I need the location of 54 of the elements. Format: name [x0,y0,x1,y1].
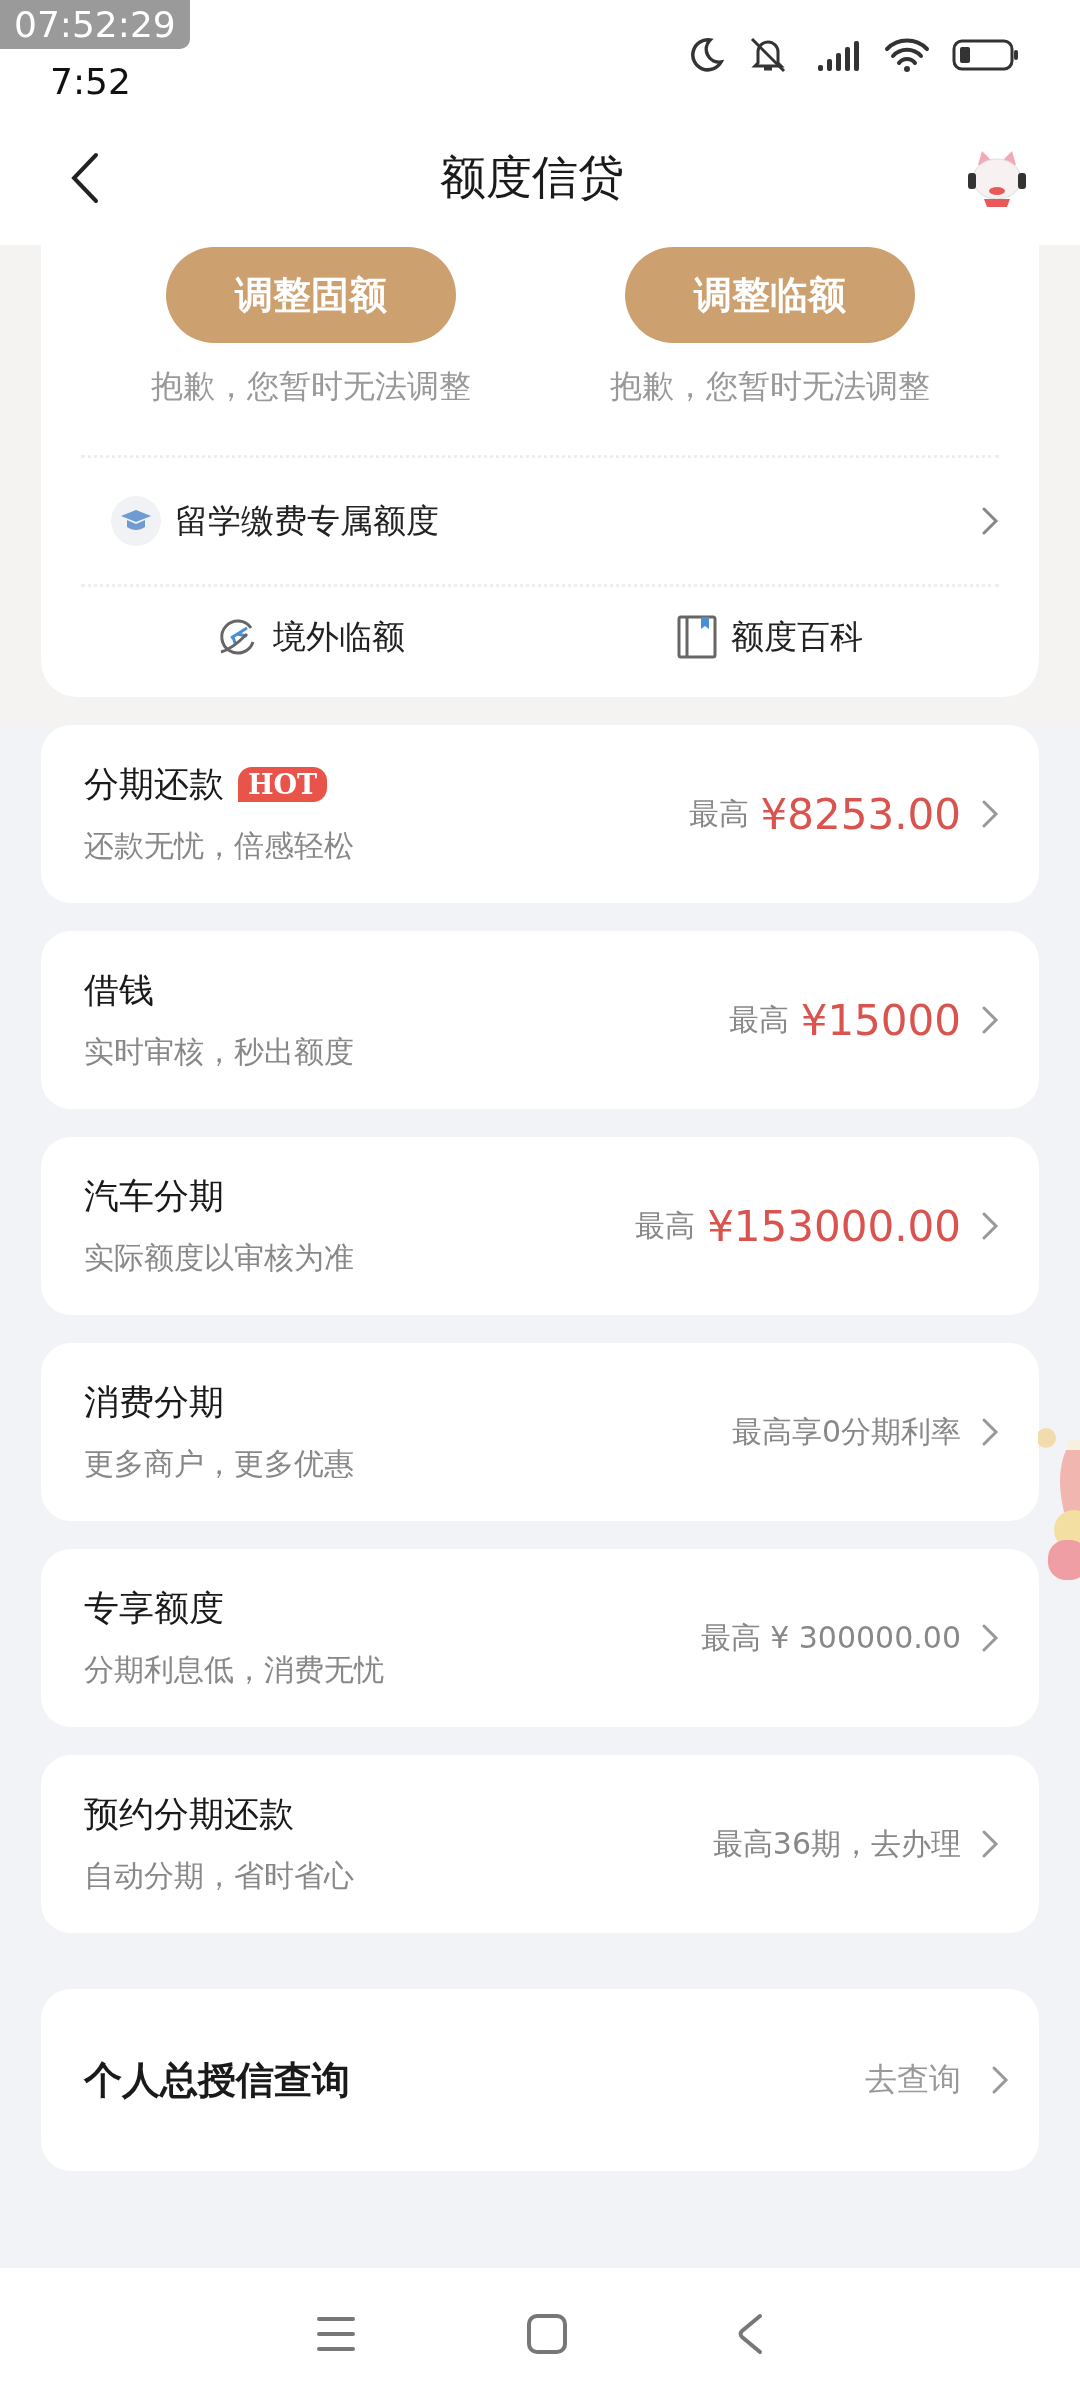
product-subtitle: 分期利息低，消费无忧 [84,1651,385,1689]
product-title: 分期还款 [84,763,224,806]
product-subtitle: 实际额度以审核为准 [84,1239,355,1277]
chevron-right-icon [981,799,999,829]
product-subtitle: 还款无忧，倍感轻松 [84,827,355,865]
product-card[interactable]: 消费分期 更多商户，更多优惠 最高享0分期利率 [41,1343,1039,1521]
max-amount: ¥153000.00 [707,1201,961,1251]
offer-text: 最高 ¥ 300000.00 [700,1618,961,1657]
status-time: 7:52 [50,60,131,102]
product-card[interactable]: 借钱 实时审核，秒出额度 最高 ¥15000 [41,931,1039,1109]
recorder-time: 07:52:29 [0,0,190,49]
chevron-right-icon [981,1211,999,1241]
hot-tag: HOT [238,767,328,802]
graduation-cap-icon [111,496,161,546]
quick-link[interactable]: 额度百科 [730,614,863,660]
product-subtitle: 实时审核，秒出额度 [84,1033,355,1071]
offer-text: 最高36期，去办理 [712,1824,961,1863]
chevron-right-icon [981,1005,999,1035]
book-icon [676,615,717,659]
max-label: 最高 [688,794,749,833]
product-card[interactable]: 汽车分期 实际额度以审核为准 最高 ¥153000.00 [41,1137,1039,1315]
max-amount: ¥8253.00 [760,789,961,839]
menu-icon[interactable] [316,2315,356,2353]
max-label: 最高 [635,1206,696,1245]
chevron-right-icon [981,1829,999,1859]
max-label: 最高 [728,1000,789,1039]
moon-icon [688,37,724,73]
chevron-right-icon [981,1417,999,1447]
credit-query-title: 个人总授信查询 [84,2056,351,2104]
product-card[interactable]: 专享额度 分期利息低，消费无忧 最高 ¥ 300000.00 [41,1549,1039,1727]
product-title: 专享额度 [84,1587,224,1630]
offer-text: 最高享0分期利率 [731,1412,961,1451]
credit-query-card[interactable]: 个人总授信查询 去查询 [41,1989,1039,2171]
product-subtitle: 自动分期，省时省心 [84,1857,355,1895]
page-title: 额度信贷 [440,148,624,206]
max-amount: ¥15000 [800,995,961,1045]
study-quota-link[interactable]: 留学缴费专属额度 [175,498,947,544]
product-card[interactable]: 预约分期还款 自动分期，省时省心 最高36期，去办理 [41,1755,1039,1933]
product-title: 消费分期 [84,1381,224,1424]
adjust-note: 抱歉，您暂时无法调整 [150,366,471,407]
chevron-right-icon [981,506,999,536]
product-title: 预约分期还款 [84,1793,294,1836]
home-icon[interactable] [526,2313,568,2355]
wifi-icon [884,37,930,73]
chevron-right-icon [991,2065,1009,2095]
product-subtitle: 更多商户，更多优惠 [84,1445,355,1483]
quick-link[interactable]: 境外临额 [272,614,405,660]
product-title: 借钱 [84,969,154,1012]
battery-icon [952,39,1020,71]
product-title: 汽车分期 [84,1175,224,1218]
product-card[interactable]: 分期还款 HOT 还款无忧，倍感轻松 最高 ¥8253.00 [41,725,1039,903]
adjust-note: 抱歉，您暂时无法调整 [609,366,930,407]
chevron-right-icon [981,1623,999,1653]
back-icon[interactable] [70,151,100,204]
